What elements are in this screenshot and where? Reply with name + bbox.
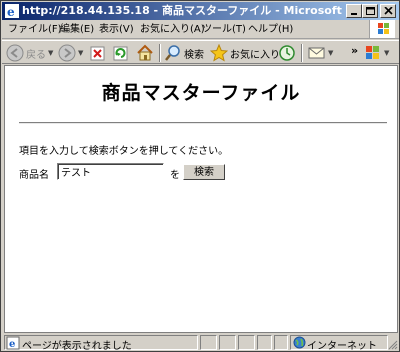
mail-button[interactable]: ▼ (308, 43, 333, 63)
home-icon (137, 44, 153, 61)
chevron-down-icon[interactable]: ▼ (48, 49, 53, 57)
svg-text:e: e (9, 339, 15, 350)
menu-view[interactable]: 表示(V) (99, 23, 134, 36)
security-zone-pane[interactable]: インターネット (290, 335, 388, 352)
status-cell (219, 335, 236, 350)
chevron-down-icon[interactable]: ▼ (328, 49, 333, 57)
globe-icon (293, 336, 306, 349)
status-message-pane: e ページが表示されました (4, 335, 198, 352)
particle-text: を (170, 170, 180, 181)
status-cell (238, 335, 255, 350)
window-title: http://218.44.135.18 - 商品マスターファイル - Micr… (22, 4, 344, 17)
status-cell (274, 335, 288, 350)
back-button[interactable]: 戻る ▼ (6, 43, 53, 63)
search-icon (165, 45, 180, 61)
horizontal-divider (19, 122, 387, 124)
toolbar-separator (159, 44, 161, 62)
refresh-button[interactable] (113, 43, 129, 63)
favorites-toolbar-label: お気に入り (230, 49, 280, 61)
minimize-icon (351, 13, 357, 15)
product-name-input[interactable] (57, 163, 164, 180)
search-submit-button[interactable]: 検索 (183, 164, 225, 180)
product-name-label: 商品名 (19, 170, 49, 181)
minimize-button[interactable] (346, 4, 362, 18)
page-content: 商品マスターファイル 項目を入力して検索ボタンを押してください。 商品名 を 検… (4, 65, 398, 333)
resize-grip-icon[interactable] (388, 340, 398, 350)
history-icon (279, 45, 295, 61)
menu-bar: ファイル(F) 編集(E) 表示(V) お気に入り(A) ツール(T) ヘルプ(… (2, 20, 399, 39)
close-icon (384, 7, 393, 15)
refresh-icon (113, 46, 128, 61)
title-bar[interactable]: e http://218.44.135.18 - 商品マスターファイル - Mi… (2, 2, 399, 20)
favorites-button[interactable]: お気に入り (210, 43, 280, 63)
chevron-down-icon[interactable]: ▼ (78, 49, 83, 57)
mail-icon (308, 47, 325, 59)
search-toolbar-label: 検索 (184, 49, 204, 61)
svg-text:e: e (7, 5, 15, 18)
back-label: 戻る (26, 49, 46, 61)
maximize-button[interactable] (362, 4, 378, 18)
star-icon (210, 44, 228, 62)
page-done-icon: e (6, 336, 20, 350)
status-cell (257, 335, 272, 350)
forward-arrow-icon (58, 44, 76, 62)
menu-help[interactable]: ヘルプ(H) (248, 23, 293, 36)
ie-icon: e (5, 4, 19, 18)
messenger-icon (366, 46, 379, 59)
instruction-text: 項目を入力して検索ボタンを押してください。 (19, 146, 229, 157)
messenger-button[interactable]: ▼ (364, 43, 389, 63)
search-button[interactable]: 検索 (164, 43, 204, 63)
security-zone-label: インターネット (307, 341, 377, 352)
page-title: 商品マスターファイル (101, 82, 301, 104)
status-cell (200, 335, 217, 350)
menu-tools[interactable]: ツール(T) (202, 23, 246, 36)
toolbar-overflow[interactable]: » (351, 44, 358, 57)
menu-edit[interactable]: 編集(E) (60, 23, 94, 36)
windows-flag-icon (378, 23, 389, 34)
toolbar: 戻る ▼ ▼ 検索 お気に入り ▼ » ▼ (2, 40, 399, 64)
close-button[interactable] (380, 4, 396, 18)
history-button[interactable] (278, 43, 296, 63)
menu-favorites[interactable]: お気に入り(A) (140, 23, 205, 36)
home-button[interactable] (136, 43, 154, 63)
forward-button[interactable]: ▼ (58, 43, 83, 63)
toolbar-separator (301, 44, 303, 62)
browser-window: e http://218.44.135.18 - 商品マスターファイル - Mi… (0, 0, 400, 352)
windows-logo (369, 20, 395, 38)
maximize-icon (366, 7, 375, 15)
status-message: ページが表示されました (22, 341, 132, 352)
menu-file[interactable]: ファイル(F) (8, 23, 62, 36)
status-bar: e ページが表示されました インターネット (2, 334, 399, 352)
back-arrow-icon (6, 44, 24, 62)
stop-icon (90, 46, 105, 61)
chevron-down-icon[interactable]: ▼ (384, 49, 389, 57)
stop-button[interactable] (90, 43, 106, 63)
